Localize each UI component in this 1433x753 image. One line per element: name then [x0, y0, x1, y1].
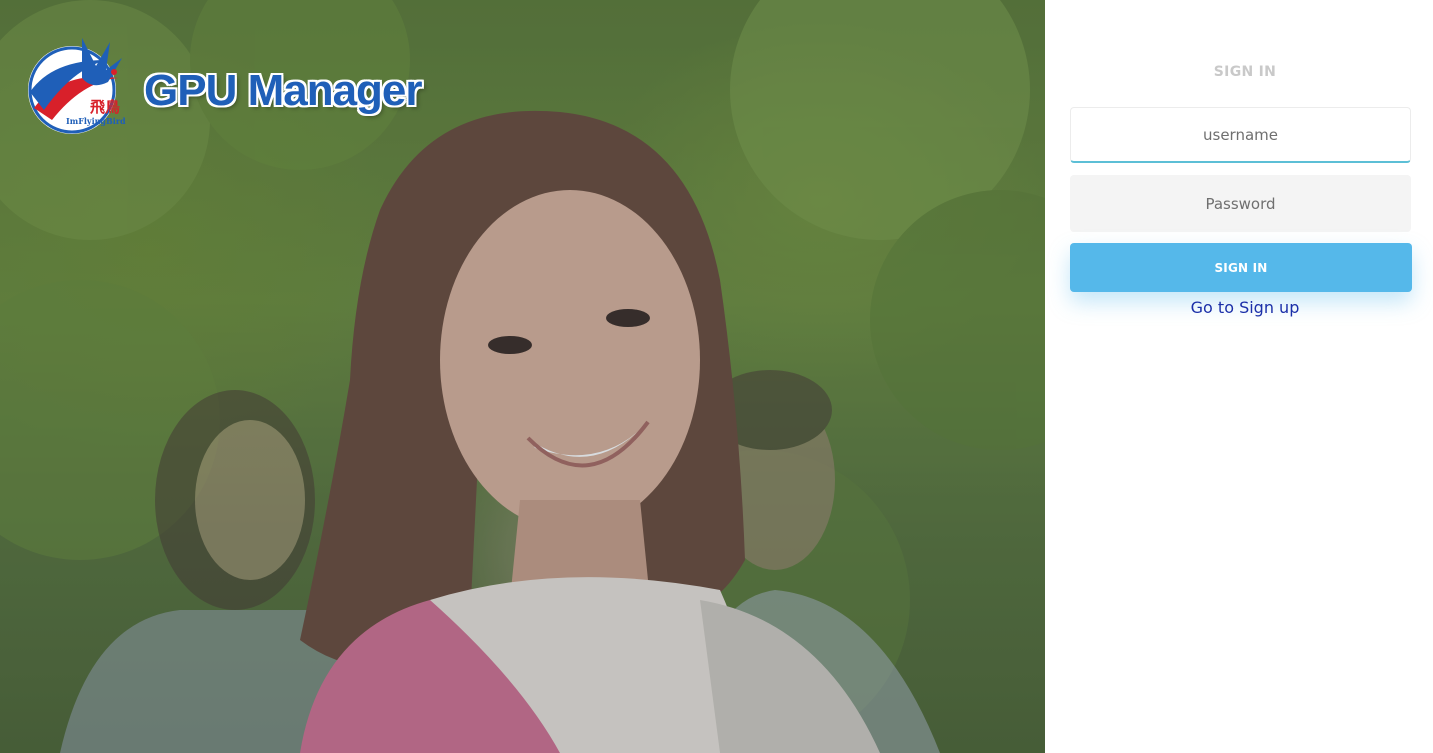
signin-panel: SIGN IN SIGN IN Go to Sign up: [1045, 0, 1433, 753]
signin-button[interactable]: SIGN IN: [1070, 243, 1412, 292]
username-input[interactable]: [1070, 107, 1411, 163]
app-title: GPU Manager: [144, 66, 423, 115]
emblem-caption-en: ImFlyingBird: [66, 116, 126, 126]
hero-background: 飛鳥 ImFlyingBird GPU Manager: [0, 0, 1045, 753]
password-input[interactable]: [1070, 175, 1411, 232]
brand-logo: 飛鳥 ImFlyingBird GPU Manager: [22, 30, 423, 140]
emblem-caption-cn: 飛鳥: [89, 98, 120, 116]
flying-bird-emblem-icon: 飛鳥 ImFlyingBird: [28, 38, 126, 134]
signup-link[interactable]: Go to Sign up: [1045, 298, 1433, 317]
signin-heading: SIGN IN: [1213, 64, 1277, 80]
